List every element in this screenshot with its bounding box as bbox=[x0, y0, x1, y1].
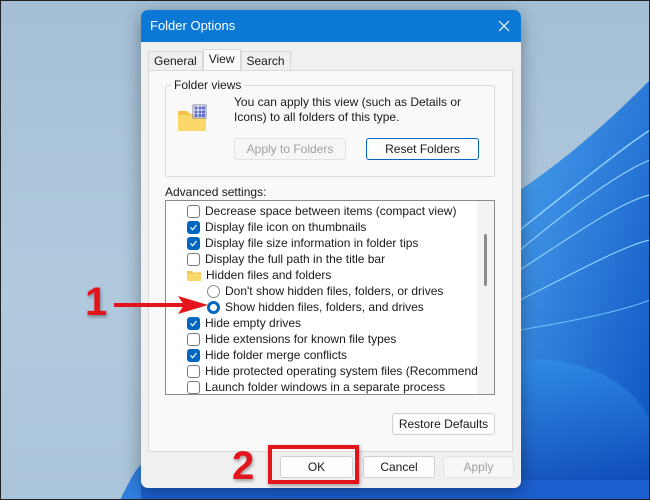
setting-file-icon-thumbnails[interactable]: Display file icon on thumbnails bbox=[166, 219, 477, 235]
advanced-settings-items: Decrease space between items (compact vi… bbox=[166, 203, 494, 394]
vertical-scrollbar[interactable] bbox=[477, 201, 494, 394]
setting-label: Decrease space between items (compact vi… bbox=[205, 204, 457, 218]
setting-hide-empty-drives[interactable]: Hide empty drives bbox=[166, 315, 477, 331]
folder-options-dialog: Folder Options General View Search Folde… bbox=[141, 10, 521, 488]
setting-label: Don't show hidden files, folders, or dri… bbox=[225, 284, 444, 298]
setting-dont-show-hidden[interactable]: Don't show hidden files, folders, or dri… bbox=[166, 283, 477, 299]
checkbox-checked[interactable] bbox=[187, 348, 200, 362]
tab-search[interactable]: Search bbox=[240, 51, 291, 70]
checkbox[interactable] bbox=[187, 364, 200, 378]
title-bar: Folder Options bbox=[141, 10, 521, 42]
tab-strip: General View Search bbox=[148, 49, 291, 70]
checkbox[interactable] bbox=[187, 252, 200, 266]
setting-compact-view[interactable]: Decrease space between items (compact vi… bbox=[166, 203, 477, 219]
setting-full-path-title[interactable]: Display the full path in the title bar bbox=[166, 251, 477, 267]
annotation-step-2: 2 bbox=[232, 444, 255, 488]
reset-folders-button[interactable]: Reset Folders bbox=[366, 138, 479, 160]
annotation-arrow-icon bbox=[114, 296, 208, 314]
restore-defaults-button[interactable]: Restore Defaults bbox=[392, 413, 495, 435]
setting-separate-process[interactable]: Launch folder windows in a separate proc… bbox=[166, 379, 477, 394]
setting-hide-protected-os-files[interactable]: Hide protected operating system files (R… bbox=[166, 363, 494, 379]
setting-label: Hide protected operating system files (R… bbox=[205, 364, 495, 378]
apply-button[interactable]: Apply bbox=[443, 456, 514, 478]
close-button[interactable] bbox=[487, 10, 521, 42]
checkbox-checked[interactable] bbox=[187, 220, 200, 234]
setting-label: Display the full path in the title bar bbox=[205, 252, 386, 266]
checkmark-icon bbox=[190, 320, 197, 327]
setting-show-hidden[interactable]: Show hidden files, folders, and drives bbox=[166, 299, 477, 315]
annotation-step-1: 1 bbox=[85, 280, 108, 324]
checkmark-icon bbox=[190, 240, 197, 247]
setting-hide-extensions[interactable]: Hide extensions for known file types bbox=[166, 331, 477, 347]
dialog-title: Folder Options bbox=[150, 18, 236, 33]
setting-label: Launch folder windows in a separate proc… bbox=[205, 380, 446, 394]
folder-icon bbox=[187, 270, 201, 281]
checkbox-checked[interactable] bbox=[187, 316, 200, 330]
tab-general[interactable]: General bbox=[148, 51, 203, 70]
setting-file-size-tips[interactable]: Display file size information in folder … bbox=[166, 235, 477, 251]
advanced-settings-label: Advanced settings: bbox=[165, 185, 267, 199]
setting-label: Display file size information in folder … bbox=[205, 236, 419, 250]
checkbox-checked[interactable] bbox=[187, 236, 200, 250]
setting-group-hidden-files: Hidden files and folders bbox=[166, 267, 477, 283]
checkbox[interactable] bbox=[187, 332, 200, 346]
tab-view[interactable]: View bbox=[202, 49, 241, 70]
folder-views-description: You can apply this view (such as Details… bbox=[234, 95, 462, 124]
folder-views-legend: Folder views bbox=[171, 78, 245, 92]
advanced-settings-list[interactable]: Decrease space between items (compact vi… bbox=[165, 200, 495, 395]
checkbox[interactable] bbox=[187, 380, 200, 394]
folder-grid-icon bbox=[178, 104, 207, 131]
checkbox[interactable] bbox=[187, 204, 200, 218]
close-icon bbox=[498, 20, 510, 32]
setting-label: Hidden files and folders bbox=[206, 268, 332, 282]
apply-to-folders-button[interactable]: Apply to Folders bbox=[234, 138, 346, 160]
scrollbar-thumb[interactable] bbox=[484, 234, 487, 286]
checkmark-icon bbox=[190, 224, 197, 231]
setting-hide-merge-conflicts[interactable]: Hide folder merge conflicts bbox=[166, 347, 477, 363]
setting-label: Show hidden files, folders, and drives bbox=[225, 300, 424, 314]
setting-label: Hide folder merge conflicts bbox=[205, 348, 348, 362]
setting-label: Hide empty drives bbox=[205, 316, 302, 330]
view-tab-panel: Folder views You can apply this view (su… bbox=[148, 70, 513, 452]
setting-label: Hide extensions for known file types bbox=[205, 332, 397, 346]
checkmark-icon bbox=[190, 352, 197, 359]
annotation-highlight-box bbox=[268, 445, 359, 484]
cancel-button[interactable]: Cancel bbox=[363, 456, 435, 478]
setting-label: Display file icon on thumbnails bbox=[205, 220, 367, 234]
folder-views-group: Folder views You can apply this view (su… bbox=[165, 78, 495, 177]
